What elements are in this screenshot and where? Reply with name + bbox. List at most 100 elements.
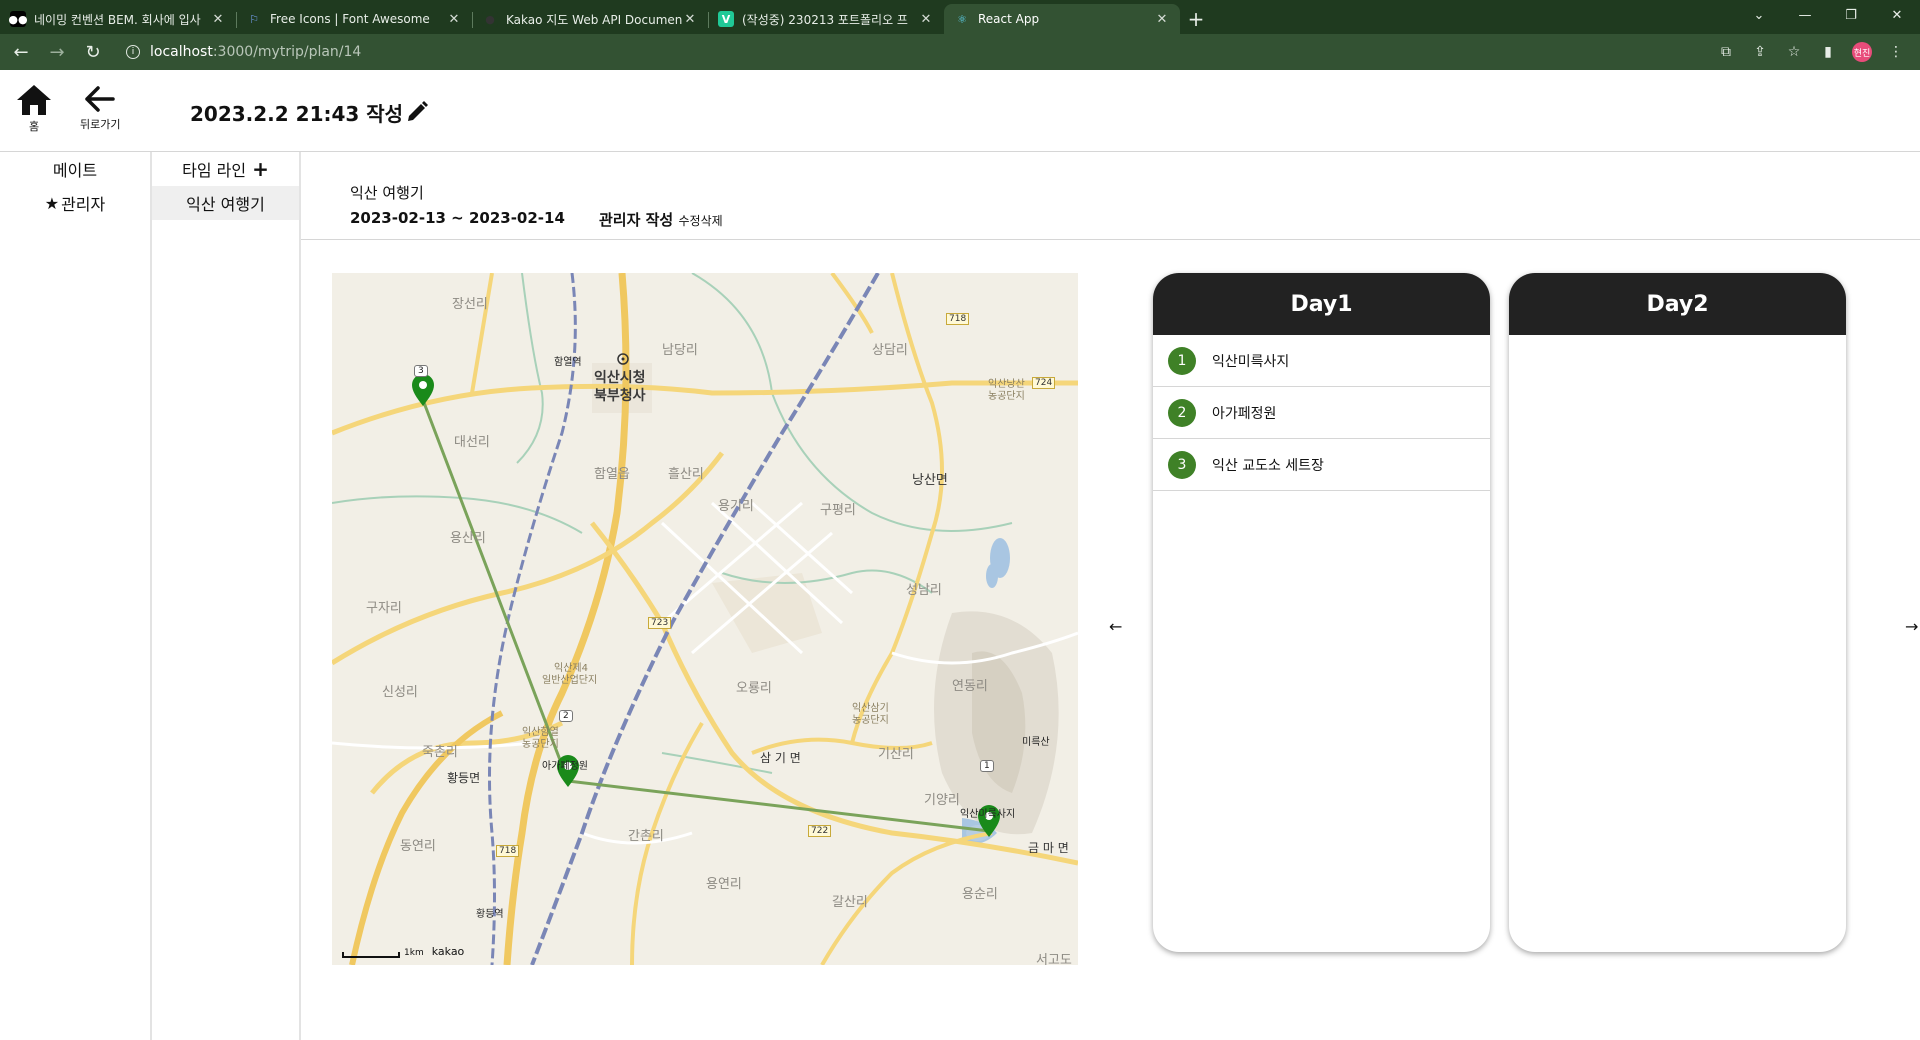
day-title: Day1 xyxy=(1153,273,1490,335)
map-label: 남당리 xyxy=(662,343,698,358)
back-arrow-icon[interactable]: ← xyxy=(6,37,36,67)
info-icon[interactable]: i xyxy=(126,45,140,59)
map-label: 미륵산 xyxy=(1022,737,1050,748)
map-label: 삼 기 면 xyxy=(760,751,801,765)
map-label: 간촌리 xyxy=(628,829,664,844)
map-background xyxy=(332,273,1078,965)
map-label: 대선리 xyxy=(454,435,490,450)
close-icon[interactable]: ✕ xyxy=(1154,12,1170,27)
tab-title: React App xyxy=(978,12,1040,26)
browser-tab[interactable]: ● Kakao 지도 Web API Document ✕ xyxy=(472,4,708,34)
next-day-arrow-icon[interactable]: → xyxy=(1905,617,1918,636)
place-number-badge: 3 xyxy=(1168,450,1196,479)
bookmark-star-icon[interactable]: ☆ xyxy=(1780,37,1808,67)
day-card: Day2 xyxy=(1509,273,1846,952)
road-shield: 723 xyxy=(648,617,672,629)
home-button[interactable]: 홈 xyxy=(16,84,52,134)
place-name: 익산미륵사지 xyxy=(1212,353,1290,370)
tab-title: (작성중) 230213 포트폴리오 프 xyxy=(742,12,908,27)
browser-tab[interactable]: V (작성중) 230213 포트폴리오 프 ✕ xyxy=(708,4,944,34)
restore-icon[interactable]: ❐ xyxy=(1828,0,1874,30)
minimize-icon[interactable]: — xyxy=(1782,0,1828,30)
window-close-icon[interactable]: ✕ xyxy=(1874,0,1920,30)
url-path: :3000/mytrip/plan/14 xyxy=(212,44,362,60)
browser-tab-strip: ●● 네이밍 컨벤션 BEM. 회사에 입사 ✕ ⚐ Free Icons | … xyxy=(0,0,1920,34)
delete-link[interactable]: 삭제 xyxy=(701,214,723,228)
map-label: 농공단지 xyxy=(522,739,559,750)
share-icon[interactable]: ⇪ xyxy=(1746,37,1774,67)
profile-avatar[interactable]: 현진 xyxy=(1852,42,1872,62)
tab-search-icon[interactable]: ⌄ xyxy=(1736,0,1782,30)
github-icon: ● xyxy=(482,11,498,27)
map-label: 오룡리 xyxy=(736,681,772,696)
map-label: 연동리 xyxy=(952,679,988,694)
map-label: 구평리 xyxy=(820,503,856,518)
timeline-heading[interactable]: 타임 라인 + xyxy=(152,152,299,186)
menu-kebab-icon[interactable]: ⋮ xyxy=(1882,37,1910,67)
place-row[interactable]: 3 익산 교도소 세트장 xyxy=(1153,439,1490,491)
browser-tab[interactable]: ⚐ Free Icons | Font Awesome ✕ xyxy=(236,4,472,34)
place-row[interactable]: 1 익산미륵사지 xyxy=(1153,335,1490,387)
side-panel-icon[interactable]: ▮ xyxy=(1814,37,1842,67)
map-label: 갈산리 xyxy=(832,895,868,910)
timeline-item[interactable]: 익산 여행기 xyxy=(152,186,299,220)
map-label: 용순리 xyxy=(962,887,998,902)
close-icon[interactable]: ✕ xyxy=(918,12,934,27)
back-button[interactable]: 뒤로가기 xyxy=(80,84,120,132)
map-label: 함열역 xyxy=(554,357,582,368)
page-title: 2023.2.2 21:43 작성 xyxy=(190,102,404,126)
map-label: 북부청사 xyxy=(594,388,646,404)
translate-icon[interactable]: ⧉ xyxy=(1712,37,1740,67)
road-shield: 722 xyxy=(808,825,832,837)
medium-icon: ●● xyxy=(8,11,28,27)
reload-icon[interactable]: ↻ xyxy=(78,37,108,67)
browser-toolbar-right: ⧉ ⇪ ☆ ▮ 현진 ⋮ xyxy=(1712,37,1910,67)
close-icon[interactable]: ✕ xyxy=(682,12,698,27)
home-icon xyxy=(17,85,51,115)
main-content: 익산 여행기 2023-02-13 ~ 2023-02-14 관리자 작성 수정… xyxy=(301,152,1920,1040)
arrow-left-icon xyxy=(85,86,115,112)
react-icon: ⚛ xyxy=(957,12,967,26)
map-label: 농공단지 xyxy=(988,391,1025,402)
road-shield: 724 xyxy=(1032,377,1056,389)
close-icon[interactable]: ✕ xyxy=(446,12,462,27)
marker-number: 2 xyxy=(559,710,573,722)
url-host: localhost xyxy=(150,44,213,60)
back-label: 뒤로가기 xyxy=(80,118,121,131)
day-title: Day2 xyxy=(1509,273,1846,335)
prev-day-arrow-icon[interactable]: ← xyxy=(1109,617,1122,636)
map-label: 동연리 xyxy=(400,839,436,854)
map-label: 죽촌리 xyxy=(422,745,458,760)
map-label: 익산미륵사지 xyxy=(960,809,1016,820)
map-label: 기양리 xyxy=(924,793,960,808)
mate-item-label: 관리자 xyxy=(61,195,106,214)
browser-tab-active[interactable]: ⚛ React App ✕ xyxy=(944,4,1180,34)
mate-item[interactable]: ★ 관리자 xyxy=(0,186,150,220)
plus-icon[interactable]: + xyxy=(252,157,269,181)
place-name: 아가페정원 xyxy=(1212,405,1277,422)
forward-arrow-icon[interactable]: → xyxy=(42,37,72,67)
url-input[interactable]: i localhost:3000/mytrip/plan/14 xyxy=(116,38,1716,66)
map-label: 일반산업단지 xyxy=(542,675,598,686)
road-shield: 718 xyxy=(946,313,970,325)
place-row[interactable]: 2 아가페정원 xyxy=(1153,387,1490,439)
new-tab-button[interactable]: + xyxy=(1180,4,1212,34)
map-label: 기산리 xyxy=(878,747,914,762)
home-label: 홈 xyxy=(28,120,40,133)
map-label: 신성리 xyxy=(382,685,418,700)
place-number-badge: 1 xyxy=(1168,346,1196,375)
map-label: 아가페정원 xyxy=(542,761,588,772)
trip-author-label: 관리자 작성 xyxy=(599,211,674,229)
kakao-map[interactable]: 익산시청 북부청사 함열역 함열읍 낭산면 삼 기 면 금 마 면 황등면 황등… xyxy=(332,273,1078,965)
road-shield: 718 xyxy=(496,845,520,857)
mate-sidebar: 메이트 ★ 관리자 xyxy=(0,152,152,1040)
address-bar: ← → ↻ i localhost:3000/mytrip/plan/14 ⧉ … xyxy=(0,34,1920,70)
scale-bar xyxy=(342,952,400,958)
tab-title: Free Icons | Font Awesome xyxy=(270,12,430,26)
map-label: 용기리 xyxy=(718,499,754,514)
edit-link[interactable]: 수정 xyxy=(678,214,700,228)
browser-tab[interactable]: ●● 네이밍 컨벤션 BEM. 회사에 입사 ✕ xyxy=(0,4,236,34)
map-label: 함열읍 xyxy=(594,467,630,482)
close-icon[interactable]: ✕ xyxy=(210,12,226,27)
pencil-icon[interactable] xyxy=(405,100,429,124)
